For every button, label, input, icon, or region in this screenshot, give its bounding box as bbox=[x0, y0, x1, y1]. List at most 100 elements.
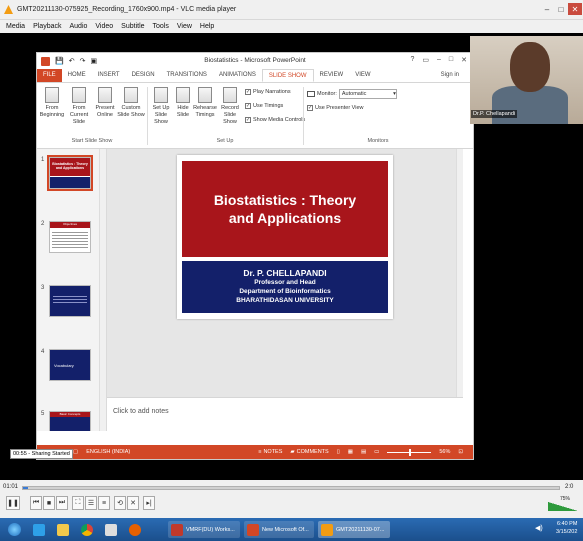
fullscreen-button[interactable]: ⛶ bbox=[72, 496, 84, 510]
tab-file[interactable]: FILE bbox=[37, 69, 62, 82]
menu-subtitle[interactable]: Subtitle bbox=[121, 23, 144, 30]
hide-slide-button[interactable]: Hide Slide bbox=[174, 87, 192, 119]
loop-button[interactable]: ⟲ bbox=[114, 496, 126, 510]
taskbar-item-vmrf[interactable]: VMRF(DU) Works... bbox=[168, 521, 240, 538]
start-button[interactable] bbox=[4, 521, 24, 538]
play-narrations-checkbox[interactable]: ✓ Play Narrations bbox=[245, 89, 291, 95]
comments-button[interactable]: ▰ COMMENTS bbox=[290, 449, 328, 455]
playlist-button[interactable]: ≡ bbox=[98, 496, 110, 510]
stop-button[interactable]: ■ bbox=[43, 496, 55, 510]
menu-help[interactable]: Help bbox=[200, 23, 214, 30]
clock-time: 6:40 PM bbox=[556, 521, 578, 527]
zoom-level[interactable]: 56% bbox=[439, 449, 450, 455]
presenter-view-checkbox[interactable]: ✓ Use Presenter View bbox=[307, 105, 364, 111]
slide-thumbnail-1[interactable]: Biostatistics : Theory and Applications bbox=[47, 155, 93, 191]
slide-thumbnail-2[interactable]: Objectives bbox=[49, 221, 91, 253]
tab-transitions[interactable]: TRANSITIONS bbox=[161, 69, 213, 82]
proofing-icon[interactable]: ▢ bbox=[73, 449, 78, 455]
ppt-restore-button[interactable]: □ bbox=[449, 56, 453, 64]
menu-playback[interactable]: Playback bbox=[33, 23, 61, 30]
menu-tools[interactable]: Tools bbox=[153, 23, 169, 30]
tab-slide-show[interactable]: SLIDE SHOW bbox=[261, 69, 314, 82]
slideshow-current-icon bbox=[72, 87, 86, 103]
next-button[interactable]: ⏭ bbox=[56, 496, 68, 510]
monitor-dropdown[interactable]: Automatic ▾ bbox=[338, 89, 397, 99]
slide-author: Dr. P. CHELLAPANDI bbox=[243, 268, 327, 278]
ppt-close-button[interactable]: ✕ bbox=[461, 56, 467, 64]
taskbar-app[interactable] bbox=[102, 521, 122, 538]
pause-button[interactable]: ❚❚ bbox=[6, 496, 20, 510]
thumbnails-scrollbar[interactable] bbox=[99, 149, 106, 431]
ppt-minimize-button[interactable]: – bbox=[437, 56, 441, 64]
shuffle-button[interactable]: ✕ bbox=[127, 496, 139, 510]
menu-view[interactable]: View bbox=[177, 23, 192, 30]
menu-media[interactable]: Media bbox=[6, 23, 25, 30]
record-slide-show-button[interactable]: Record Slide Show bbox=[217, 87, 243, 126]
slide-thumbnail-4[interactable]: Vocabulary bbox=[49, 349, 91, 381]
slideshow-view-icon[interactable]: ▭ bbox=[374, 449, 379, 455]
slide-thumbnails-pane: 1 Biostatistics : Theory and Application… bbox=[37, 149, 107, 431]
presenter-name-label: Dr.P. Chellapandi bbox=[471, 110, 518, 118]
clock[interactable]: 6:40 PM 3/15/202 bbox=[556, 520, 577, 536]
tab-insert[interactable]: INSERT bbox=[92, 69, 126, 82]
tab-view[interactable]: VIEW bbox=[349, 69, 376, 82]
monitor-selector[interactable]: Monitor: Automatic ▾ bbox=[307, 89, 397, 99]
use-timings-checkbox[interactable]: ✓ Use Timings bbox=[245, 103, 283, 109]
slide-thumbnail-5[interactable]: Basic Concepts bbox=[49, 411, 91, 431]
taskbar-explorer[interactable] bbox=[54, 521, 74, 538]
taskbar-item-label: GMT20211130-07... bbox=[336, 526, 385, 533]
seek-bar[interactable] bbox=[22, 486, 560, 490]
speaker-icon[interactable]: ◀) bbox=[535, 524, 543, 532]
menu-video[interactable]: Video bbox=[95, 23, 113, 30]
windows-logo-icon bbox=[7, 523, 21, 536]
notes-button[interactable]: ≡ NOTES bbox=[258, 449, 282, 455]
taskbar-firefox[interactable] bbox=[126, 521, 146, 538]
slide-scrollbar[interactable] bbox=[456, 149, 463, 397]
checkbox-checked-icon: ✓ bbox=[245, 89, 251, 95]
custom-slide-show-button[interactable]: Custom Slide Show bbox=[117, 87, 145, 119]
normal-view-icon[interactable]: ▯ bbox=[337, 449, 340, 455]
taskbar-item-new-microsoft[interactable]: New Microsoft Of... bbox=[244, 521, 314, 538]
set-up-slide-show-button[interactable]: Set Up Slide Show bbox=[149, 87, 173, 126]
rehearse-timings-button[interactable]: Rehearse Timings bbox=[193, 87, 217, 119]
previous-button[interactable]: ⏮ bbox=[30, 496, 42, 510]
chevron-down-icon: ▾ bbox=[393, 91, 396, 97]
taskbar-ie[interactable] bbox=[30, 521, 50, 538]
sign-in-link[interactable]: Sign in bbox=[435, 69, 473, 82]
firefox-icon bbox=[129, 523, 141, 536]
powerpoint-window: 💾 ↶ ↷ ▣ Biostatistics - Microsoft PowerP… bbox=[36, 52, 474, 460]
tab-design[interactable]: DESIGN bbox=[126, 69, 161, 82]
minimize-button[interactable]: – bbox=[540, 3, 554, 15]
frame-step-button[interactable]: ▸| bbox=[143, 496, 155, 510]
current-slide[interactable]: Biostatistics : Theory and Applications … bbox=[177, 155, 393, 319]
taskbar-item-vlc[interactable]: GMT20211130-07... bbox=[318, 521, 390, 538]
tab-home[interactable]: HOME bbox=[62, 69, 92, 82]
zoom-slider[interactable] bbox=[387, 448, 432, 456]
close-button[interactable]: ✕ bbox=[568, 3, 582, 15]
ribbon-options-icon[interactable]: ▭ bbox=[422, 56, 429, 64]
from-current-slide-button[interactable]: From Current Slide bbox=[65, 87, 93, 126]
maximize-button[interactable]: □ bbox=[554, 3, 568, 15]
hide-slide-label: Hide Slide bbox=[176, 105, 190, 118]
menu-audio[interactable]: Audio bbox=[69, 23, 87, 30]
show-media-controls-checkbox[interactable]: ✓ Show Media Controls bbox=[245, 117, 305, 123]
use-timings-label: Use Timings bbox=[253, 103, 284, 109]
taskbar-chrome[interactable] bbox=[78, 521, 98, 538]
shuffle-icon: ✕ bbox=[130, 500, 136, 507]
present-online-button[interactable]: Present Online bbox=[94, 87, 116, 119]
fit-slide-icon[interactable]: ⊡ bbox=[458, 449, 463, 455]
help-icon[interactable]: ? bbox=[410, 56, 414, 64]
tab-review[interactable]: REVIEW bbox=[314, 69, 350, 82]
from-beginning-button[interactable]: From Beginning bbox=[39, 87, 65, 119]
language-indicator[interactable]: ENGLISH (INDIA) bbox=[86, 449, 130, 455]
slide-sorter-icon[interactable]: ▦ bbox=[348, 449, 353, 455]
thumb-title: Objectives bbox=[50, 222, 90, 228]
notes-pane[interactable]: Click to add notes bbox=[107, 397, 463, 431]
document-icon bbox=[171, 523, 183, 536]
volume-slider[interactable] bbox=[548, 502, 578, 511]
tab-animations[interactable]: ANIMATIONS bbox=[213, 69, 262, 82]
reading-view-icon[interactable]: ▤ bbox=[361, 449, 366, 455]
extended-settings-button[interactable]: ☰ bbox=[85, 496, 97, 510]
slide-thumbnail-3[interactable] bbox=[49, 285, 91, 317]
time-elapsed: 01:01 bbox=[3, 484, 19, 490]
